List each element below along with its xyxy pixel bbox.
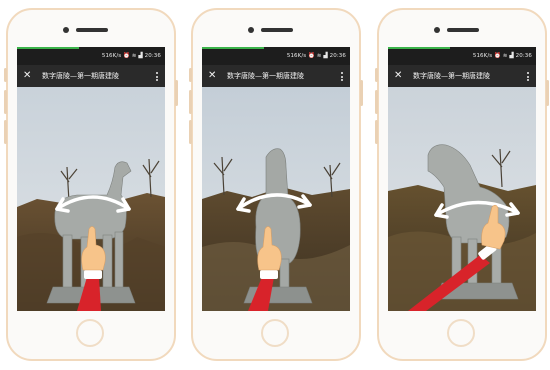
loading-progress-bar <box>17 47 79 49</box>
statue-3d-view[interactable] <box>202 87 350 311</box>
power-button <box>360 80 363 106</box>
phone-screen: 516K/s ⏰ ≋ ▟ 20:36 ✕ 数字唐陵—第一期唐建陵 <box>388 47 536 311</box>
phone-screen: 516K/s ⏰ ≋ ▟ 20:36 ✕ 数字唐陵—第一期唐建陵 <box>202 47 350 311</box>
earpiece-speaker <box>261 28 293 32</box>
status-text: 516K/s ⏰ ≋ ▟ 20:36 <box>101 53 161 59</box>
mute-switch <box>189 68 192 82</box>
statue-3d-view[interactable] <box>17 87 165 311</box>
phone-2: 516K/s ⏰ ≋ ▟ 20:36 ✕ 数字唐陵—第一期唐建陵 <box>189 8 363 361</box>
volume-up-button <box>375 90 378 114</box>
status-text: 516K/s ⏰ ≋ ▟ 20:36 <box>472 53 532 59</box>
earpiece-speaker <box>76 28 108 32</box>
front-camera <box>434 27 440 33</box>
mute-switch <box>375 68 378 82</box>
close-icon[interactable]: ✕ <box>208 70 218 82</box>
home-button[interactable] <box>447 319 475 347</box>
more-vertical-icon[interactable] <box>526 71 530 81</box>
more-vertical-icon[interactable] <box>155 71 159 81</box>
phone-1: 516K/s ⏰ ≋ ▟ 20:36 ✕ 数字唐陵—第一期唐建陵 <box>4 8 178 361</box>
front-camera <box>248 27 254 33</box>
status-bar: 516K/s ⏰ ≋ ▟ 20:36 <box>17 47 165 65</box>
home-button[interactable] <box>76 319 104 347</box>
earpiece-speaker <box>447 28 479 32</box>
close-icon[interactable]: ✕ <box>394 70 404 82</box>
phone-screen: 516K/s ⏰ ≋ ▟ 20:36 ✕ 数字唐陵—第一期唐建陵 <box>17 47 165 311</box>
white-cuff <box>260 270 278 279</box>
phone-3: 516K/s ⏰ ≋ ▟ 20:36 ✕ 数字唐陵—第一期唐建陵 <box>375 8 549 361</box>
power-button <box>175 80 178 106</box>
status-bar: 516K/s ⏰ ≋ ▟ 20:36 <box>388 47 536 65</box>
more-vertical-icon[interactable] <box>340 71 344 81</box>
page-title: 数字唐陵—第一期唐建陵 <box>227 72 304 80</box>
statue-3d-view[interactable] <box>388 87 536 311</box>
mute-switch <box>4 68 7 82</box>
app-title-bar: ✕ 数字唐陵—第一期唐建陵 <box>388 65 536 87</box>
volume-down-button <box>4 120 7 144</box>
app-title-bar: ✕ 数字唐陵—第一期唐建陵 <box>202 65 350 87</box>
page-title: 数字唐陵—第一期唐建陵 <box>42 72 119 80</box>
volume-down-button <box>375 120 378 144</box>
loading-progress-bar <box>202 47 264 49</box>
home-button[interactable] <box>261 319 289 347</box>
power-button <box>546 80 549 106</box>
app-title-bar: ✕ 数字唐陵—第一期唐建陵 <box>17 65 165 87</box>
volume-down-button <box>189 120 192 144</box>
close-icon[interactable]: ✕ <box>23 70 33 82</box>
status-bar: 516K/s ⏰ ≋ ▟ 20:36 <box>202 47 350 65</box>
status-text: 516K/s ⏰ ≋ ▟ 20:36 <box>286 53 346 59</box>
volume-up-button <box>4 90 7 114</box>
front-camera <box>63 27 69 33</box>
volume-up-button <box>189 90 192 114</box>
white-cuff <box>84 270 102 279</box>
page-title: 数字唐陵—第一期唐建陵 <box>413 72 490 80</box>
loading-progress-bar <box>388 47 450 49</box>
